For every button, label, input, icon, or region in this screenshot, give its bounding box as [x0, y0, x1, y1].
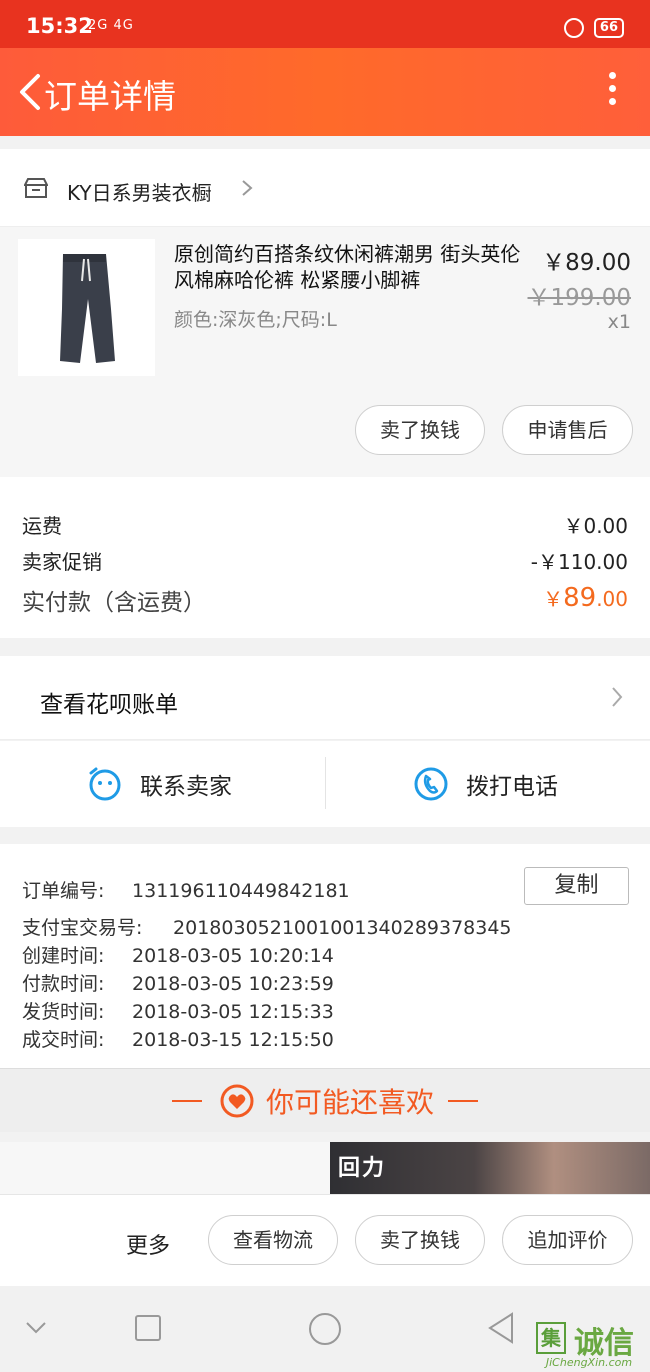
banner-logo: 回力 — [338, 1156, 387, 1181]
watermark-box: 集 — [536, 1322, 566, 1354]
product-title[interactable]: 原创简约百搭条纹休闲裤潮男 街头英伦风棉麻哈伦裤 松紧腰小脚裤 — [174, 241, 522, 293]
battery-icon: 66 — [593, 18, 624, 38]
alipay-number-value: 2018030521001001340289378345 — [173, 917, 512, 939]
created-time-row: 创建时间: 2018-03-05 10:20:14 — [22, 941, 334, 968]
watermark-url: JiChengXin.com — [545, 1356, 633, 1369]
created-time-label: 创建时间: — [22, 945, 105, 967]
product-image[interactable] — [18, 239, 155, 376]
copy-button[interactable]: 复制 — [524, 867, 629, 905]
home-icon[interactable] — [308, 1312, 342, 1346]
signal-icon: 2G 4G — [88, 18, 134, 33]
created-time-value: 2018-03-05 10:20:14 — [132, 945, 334, 967]
total-row: 实付款（含运费） ￥89.00 — [22, 583, 628, 617]
divider — [171, 1100, 202, 1102]
call-phone-label: 拨打电话 — [466, 774, 558, 800]
product-price: ￥89.00 — [542, 250, 631, 276]
shipped-time-label: 发货时间: — [22, 1001, 105, 1023]
completed-time-label: 成交时间: — [22, 1029, 105, 1051]
alipay-number-row: 支付宝交易号: 2018030521001001340289378345 — [22, 913, 512, 940]
chevron-right-icon — [612, 687, 623, 707]
shipping-row: 运费 ￥0.00 — [22, 510, 628, 539]
recommend-title: 你可能还喜欢 — [265, 1086, 434, 1119]
after-sale-button[interactable]: 申请售后 — [502, 405, 633, 455]
recommend-banner[interactable]: 回力 — [0, 1142, 650, 1194]
fee-summary: 运费 ￥0.00 卖家促销 -￥110.00 实付款（含运费） ￥89.00 — [0, 477, 650, 638]
recent-apps-icon[interactable] — [134, 1314, 162, 1342]
back-triangle-icon[interactable] — [486, 1312, 516, 1344]
product-spec: 颜色:深灰色;尺码:L — [174, 309, 337, 331]
paid-time-value: 2018-03-05 10:23:59 — [132, 973, 334, 995]
product-quantity: x1 — [607, 311, 631, 333]
store-icon — [24, 178, 48, 198]
chat-face-icon — [89, 767, 121, 801]
lock-icon — [563, 18, 584, 38]
more-menu-icon[interactable] — [606, 72, 618, 112]
page-title: 订单详情 — [44, 77, 176, 116]
shipping-value: ￥0.00 — [563, 514, 628, 538]
promo-row: 卖家促销 -￥110.00 — [22, 546, 628, 575]
paid-time-row: 付款时间: 2018-03-05 10:23:59 — [22, 969, 334, 996]
contact-seller-label: 联系卖家 — [140, 774, 232, 800]
alipay-number-label: 支付宝交易号: — [22, 917, 143, 939]
phone-icon — [414, 767, 448, 801]
call-phone-button[interactable]: 拨打电话 — [414, 763, 558, 805]
order-number-row: 订单编号: 131196110449842181 — [22, 876, 350, 903]
order-item: 原创简约百搭条纹休闲裤潮男 街头英伦风棉麻哈伦裤 松紧腰小脚裤 颜色:深灰色;尺… — [0, 227, 650, 477]
completed-time-value: 2018-03-15 12:15:50 — [132, 1029, 334, 1051]
status-bar: 15:32 2G 4G 66 — [0, 0, 650, 48]
huabei-bill-row[interactable]: 查看花呗账单 — [0, 656, 650, 740]
total-value: ￥89.00 — [543, 583, 628, 613]
chevron-down-icon[interactable] — [24, 1320, 48, 1336]
total-label: 实付款（含运费） — [22, 590, 206, 616]
bottom-action-bar: 更多 查看物流 卖了换钱 追加评价 — [0, 1194, 650, 1286]
promo-label: 卖家促销 — [22, 550, 102, 574]
recommend-header: 你可能还喜欢 — [0, 1068, 650, 1132]
shop-name: KY日系男装衣橱 — [67, 181, 212, 205]
heart-icon — [220, 1084, 254, 1118]
view-logistics-button[interactable]: 查看物流 — [208, 1215, 338, 1265]
order-number-label: 订单编号: — [22, 880, 105, 902]
status-time: 15:32 — [26, 14, 93, 38]
contact-seller-button[interactable]: 联系卖家 — [88, 763, 232, 805]
promo-value: -￥110.00 — [530, 550, 628, 574]
chevron-right-icon — [242, 180, 253, 196]
shipping-label: 运费 — [22, 514, 62, 538]
watermark-logo: 集 诚信 JiChengXin.com — [530, 1318, 648, 1370]
order-number-value: 131196110449842181 — [132, 880, 350, 902]
order-info: 订单编号: 131196110449842181 复制 支付宝交易号: 2018… — [0, 844, 650, 1068]
sell-button[interactable]: 卖了换钱 — [355, 405, 485, 455]
app-header: 订单详情 — [0, 48, 650, 136]
contact-bar: 联系卖家 拨打电话 — [0, 741, 650, 827]
add-review-button[interactable]: 追加评价 — [502, 1215, 633, 1265]
completed-time-row: 成交时间: 2018-03-15 12:15:50 — [22, 1025, 334, 1052]
huabei-label: 查看花呗账单 — [40, 692, 178, 718]
shipped-time-row: 发货时间: 2018-03-05 12:15:33 — [22, 997, 334, 1024]
shipped-time-value: 2018-03-05 12:15:33 — [132, 1001, 334, 1023]
sell-button[interactable]: 卖了换钱 — [355, 1215, 485, 1265]
divider — [325, 757, 326, 809]
more-button[interactable]: 更多 — [126, 1228, 170, 1260]
product-original-price: ￥199.00 — [527, 285, 631, 311]
divider — [448, 1100, 478, 1102]
paid-time-label: 付款时间: — [22, 973, 105, 995]
shop-row[interactable]: KY日系男装衣橱 — [0, 149, 650, 227]
